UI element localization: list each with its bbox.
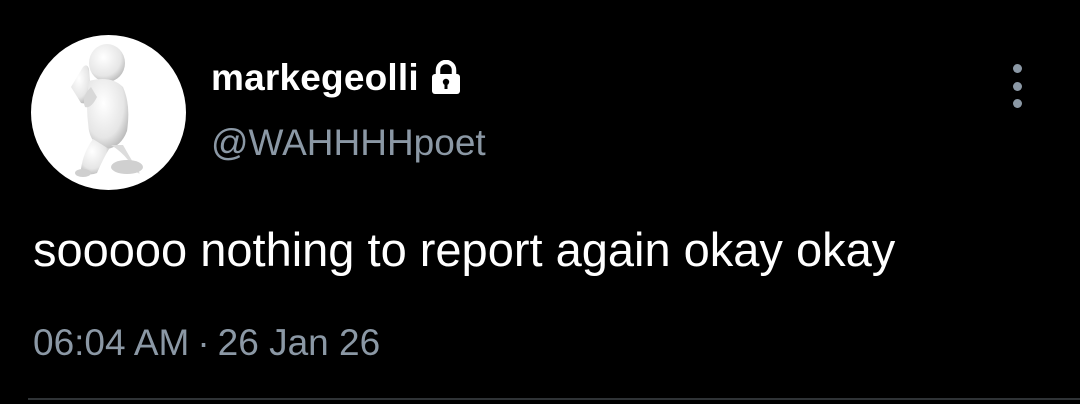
more-vertical-icon: [1012, 81, 1022, 91]
tweet-card: markegeolli @WAHHHHpoet sooooo nothing t…: [0, 0, 1080, 404]
tweet-text: sooooo nothing to report again okay okay: [33, 223, 896, 276]
more-options-button[interactable]: [1000, 64, 1034, 108]
divider: [28, 398, 1080, 400]
meta-separator: ·: [197, 322, 210, 363]
user-handle[interactable]: @WAHHHHpoet: [211, 122, 486, 164]
lock-icon: [431, 60, 460, 94]
author-name-row: markegeolli: [211, 55, 463, 101]
more-vertical-icon: [1012, 99, 1022, 108]
praying-figure-icon: [71, 44, 143, 177]
tweet-timestamp[interactable]: 06:04 AM · 26 Jan 26: [33, 322, 380, 364]
avatar[interactable]: [31, 35, 186, 190]
display-name[interactable]: markegeolli: [211, 57, 419, 99]
tweet-time: 06:04 AM: [33, 322, 190, 363]
more-vertical-icon: [1012, 64, 1022, 73]
tweet-date: 26 Jan 26: [217, 322, 381, 363]
